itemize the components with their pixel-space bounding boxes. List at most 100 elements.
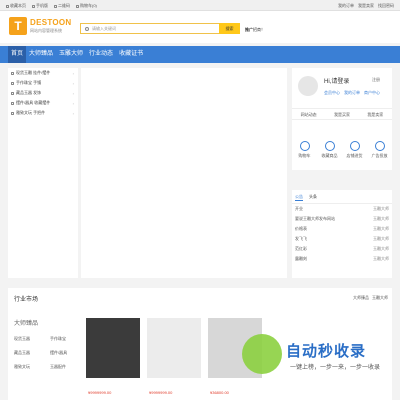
news-panel: 公告 头条 开业 玉雕大师 要说王雕大师发布网站 玉雕大师 价格表 玉雕大师 发飞飞玉… — [292, 190, 392, 278]
news-tag: 玉雕大师 — [373, 256, 389, 261]
member-center-link[interactable]: 会员中心 — [324, 90, 340, 96]
header: T DESTOON 网站内容管理系统 请输入关键词 搜索 推广招商！ — [0, 11, 400, 43]
watermark-logo-icon — [242, 334, 282, 374]
chevron-right-icon: › — [72, 80, 74, 86]
chevron-right-icon: › — [72, 70, 74, 76]
tab-headlines[interactable]: 头条 — [309, 194, 317, 201]
search-input[interactable]: 请输入关键词 — [92, 26, 238, 32]
market-category-link[interactable]: 雅致文玩 — [14, 364, 50, 370]
nav-master-works[interactable]: 大师臻品 — [26, 46, 56, 63]
topbar-link-label: 收藏本页 — [10, 3, 26, 8]
category-icon — [11, 71, 14, 75]
market-category-link[interactable]: 藏品玉器 — [14, 350, 50, 356]
topbar-link-label: 购物车(0) — [80, 3, 97, 8]
nav-jade-masters[interactable]: 玉雕大师 — [56, 46, 86, 63]
topbar-link-bookmark[interactable]: 收藏本页 — [6, 3, 26, 9]
tab-site-news[interactable]: 网站动态 — [292, 109, 325, 119]
quick-action-cart[interactable]: 购物车 — [294, 141, 316, 159]
market-category-grid: 现货玉器 手作珠宝 藏品玉器 摆件/器具 雅致文玩 玉器配件 — [14, 336, 86, 370]
topbar-link-cart[interactable]: 购物车(0) — [76, 3, 97, 9]
register-link[interactable]: 注册 — [372, 77, 380, 83]
quick-action-ads[interactable]: 广告投放 — [369, 141, 391, 159]
nav-home[interactable]: 首页 — [8, 46, 27, 63]
news-item[interactable]: 要说王雕大师发布网站 玉雕大师 — [292, 214, 392, 224]
tab-buyer[interactable]: 我是买家 — [325, 109, 358, 119]
topbar-link-label: 二维码 — [58, 3, 70, 8]
sidebar-item-label: 现货玉雕 挂件/摆件 — [16, 70, 51, 75]
sidebar-item[interactable]: 雅致文玩 手把件 › — [8, 108, 78, 118]
sidebar-item[interactable]: 藏品玉器 发饰 › — [8, 88, 78, 98]
qrcode-icon — [54, 4, 57, 8]
market-link[interactable]: 大师臻品 — [353, 295, 369, 301]
news-title: 价格表 — [295, 226, 307, 231]
topbar-link-label: 手机版 — [36, 3, 48, 8]
news-title: 范红彩 — [295, 246, 307, 251]
market-link[interactable]: 玉雕大师 — [372, 295, 388, 301]
news-tag: 玉雕大师 — [373, 236, 389, 241]
sidebar-item[interactable]: 摆件/器具 收藏摆件 › — [8, 98, 78, 108]
topbar-link-qrcode[interactable]: 二维码 — [54, 3, 70, 9]
top-bar: 收藏本页 手机版 二维码 购物车(0) 我的订单 我是卖家 找回密码 — [0, 0, 400, 11]
product-image[interactable] — [86, 318, 140, 378]
quick-action-restock[interactable]: 店铺进货 — [344, 141, 366, 159]
product-price: ¥9999999.00 — [88, 390, 112, 395]
market-title: 行业市场 — [14, 297, 39, 303]
login-prompt[interactable]: Hi,请登录 — [324, 76, 349, 85]
sidebar-item-label: 摆件/器具 收藏摆件 — [16, 100, 51, 105]
topbar-link-seller[interactable]: 我是卖家 — [358, 3, 374, 9]
chevron-right-icon: › — [72, 90, 74, 96]
avatar — [298, 76, 318, 96]
news-item[interactable]: 露雕刻 玉雕大师 — [292, 254, 392, 264]
quick-actions: 购物车 收藏商品 店铺进货 广告投放 — [292, 141, 392, 159]
megaphone-icon — [374, 141, 385, 151]
logo-subtitle: 网站内容管理系统 — [30, 28, 62, 33]
watermark-text: 自动秒收录 — [286, 343, 367, 360]
banner-area — [81, 68, 287, 278]
logo-name: DESTOON — [30, 18, 72, 27]
news-title: 发飞飞 — [295, 236, 307, 241]
main-nav: 首页 大师臻品 玉雕大师 行业动态 收藏证书 — [0, 46, 400, 63]
search-box[interactable]: 请输入关键词 — [80, 23, 239, 34]
topbar-link-orders[interactable]: 我的订单 — [338, 3, 354, 9]
heart-icon — [324, 141, 335, 151]
news-tabs: 公告 头条 — [292, 190, 392, 204]
tab-seller[interactable]: 我是卖家 — [359, 109, 392, 119]
market-category-link[interactable]: 现货玉器 — [14, 336, 50, 342]
quick-action-label: 购物车 — [298, 153, 311, 158]
quick-action-favorites[interactable]: 收藏商品 — [319, 141, 341, 159]
nav-certificates[interactable]: 收藏证书 — [116, 46, 146, 63]
cart-icon — [76, 4, 79, 8]
product-image[interactable] — [147, 318, 201, 378]
market-category-link[interactable]: 手作珠宝 — [50, 336, 86, 342]
my-orders-link[interactable]: 我的订单 — [344, 90, 360, 96]
site-logo[interactable]: T DESTOON 网站内容管理系统 — [9, 17, 79, 39]
market-category-link[interactable]: 玉器配件 — [50, 364, 86, 370]
news-item[interactable]: 开业 玉雕大师 — [292, 204, 392, 214]
tab-announcements[interactable]: 公告 — [295, 194, 303, 201]
sidebar-item[interactable]: 手作珠宝 手镯 › — [8, 78, 78, 88]
ad-banner[interactable]: 推广招商！ — [245, 27, 265, 33]
sidebar-item-label: 藏品玉器 发饰 — [16, 90, 42, 95]
ad-text: 招商！ — [253, 27, 265, 32]
news-item[interactable]: 范红彩 玉雕大师 — [292, 244, 392, 254]
merchant-center-link[interactable]: 商户中心 — [364, 90, 380, 96]
topbar-link-password[interactable]: 找回密码 — [378, 3, 394, 9]
nav-industry-news[interactable]: 行业动态 — [86, 46, 116, 63]
product-price: ¥9999999.00 — [149, 390, 173, 395]
news-tag: 玉雕大师 — [373, 206, 389, 211]
news-title: 露雕刻 — [295, 256, 307, 261]
topbar-link-mobile[interactable]: 手机版 — [32, 3, 48, 9]
news-item[interactable]: 价格表 玉雕大师 — [292, 224, 392, 234]
news-tag: 玉雕大师 — [373, 246, 389, 251]
news-item[interactable]: 发飞飞 玉雕大师 — [292, 234, 392, 244]
sidebar-item[interactable]: 现货玉雕 挂件/摆件 › — [8, 68, 78, 78]
category-sidebar: 现货玉雕 挂件/摆件 › 手作珠宝 手镯 › 藏品玉器 发饰 › 摆件/器具 收藏摆件… — [8, 68, 78, 278]
category-icon — [11, 91, 14, 95]
ad-label: 推广 — [245, 27, 253, 32]
watermark: 自动秒收录 一键上榜，一步一来，一步一收录 — [242, 330, 392, 376]
sidebar-item-label: 雅致文玩 手把件 — [16, 110, 46, 115]
search-button[interactable]: 搜索 — [219, 23, 240, 34]
news-tag: 玉雕大师 — [373, 216, 389, 221]
market-category-link[interactable]: 摆件/器具 — [50, 350, 86, 356]
category-icon — [11, 101, 14, 105]
